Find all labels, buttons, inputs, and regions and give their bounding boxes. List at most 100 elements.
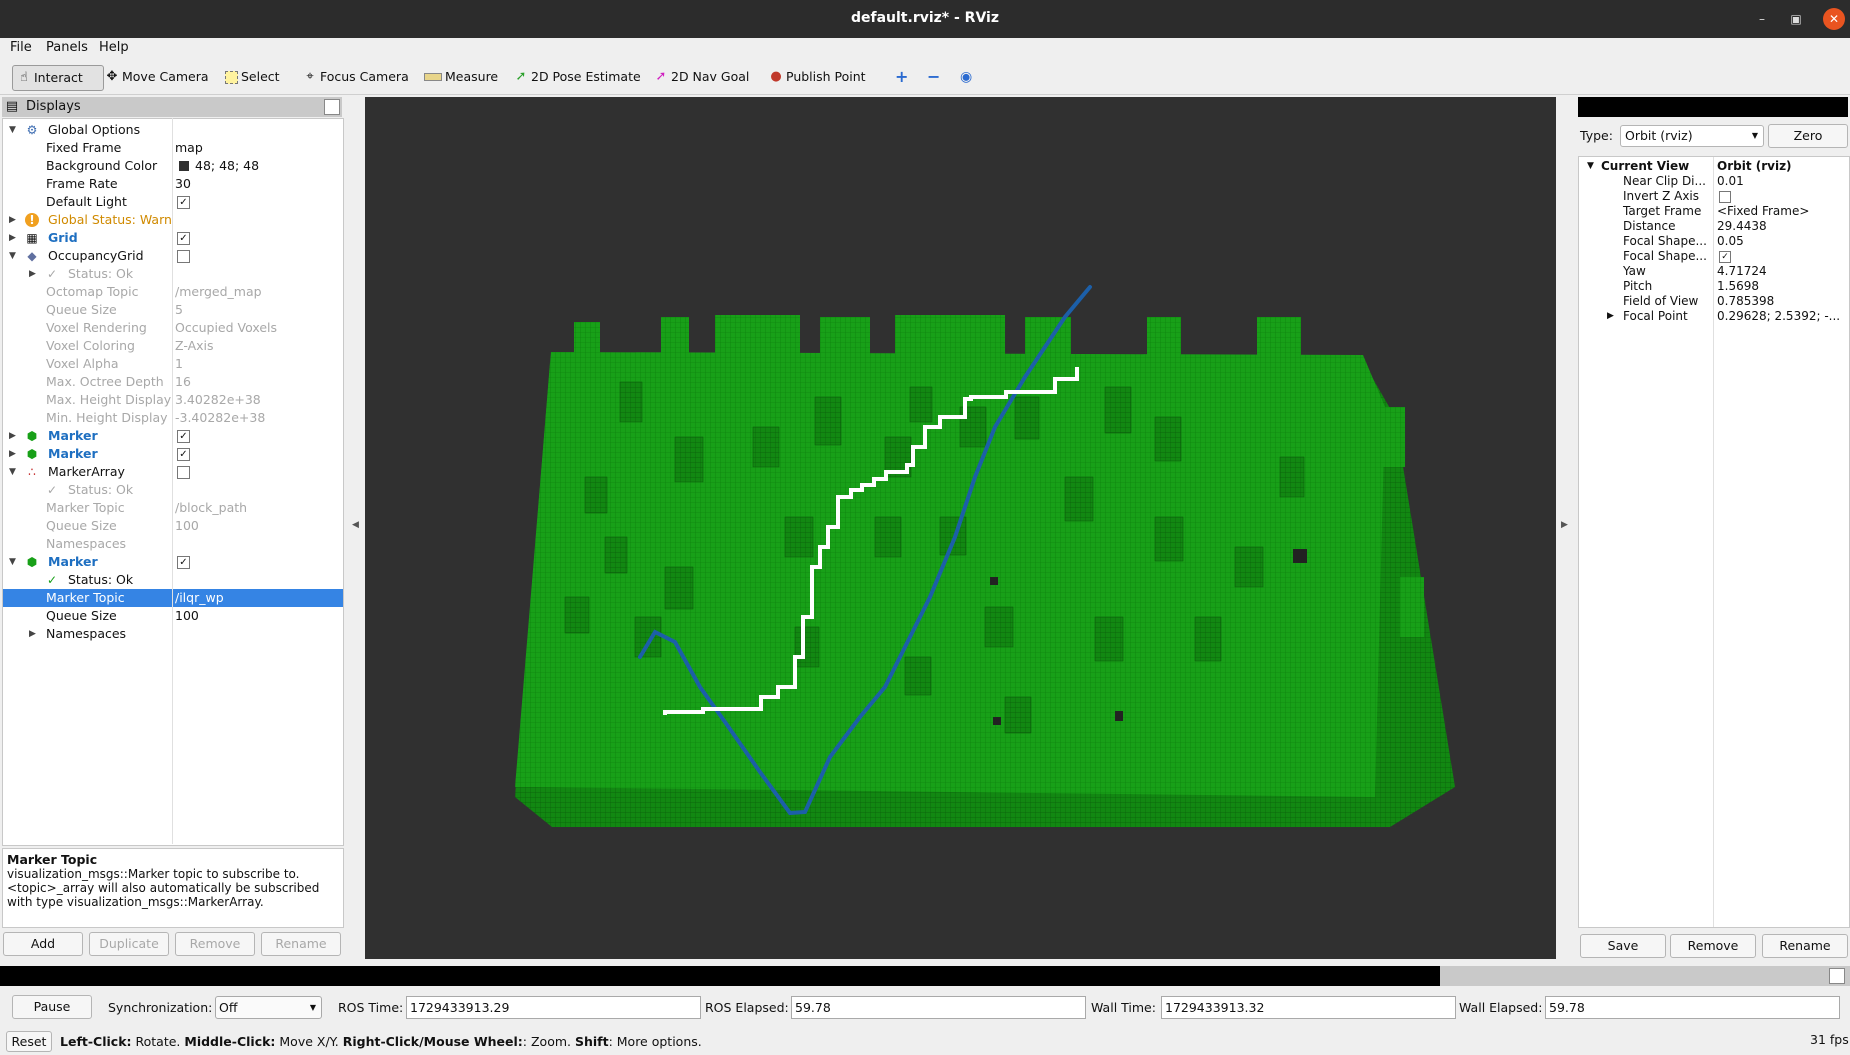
- remove-display-button[interactable]: Remove: [175, 932, 255, 956]
- tree-row-octomap-topic[interactable]: Octomap Topic /merged_map: [3, 283, 343, 301]
- menu-panels[interactable]: Panels: [46, 40, 88, 55]
- tree-row-marker-topic[interactable]: Marker Topic /block_path: [3, 499, 343, 517]
- tree-row-max-height[interactable]: Max. Height Display 3.40282e+38: [3, 391, 343, 409]
- checkbox-checked[interactable]: ✓: [177, 448, 190, 461]
- checkbox-unchecked[interactable]: [1719, 191, 1731, 203]
- reset-button[interactable]: Reset: [6, 1031, 52, 1052]
- zero-button[interactable]: Zero: [1768, 124, 1848, 148]
- collapse-arrow-icon[interactable]: ▶: [9, 427, 19, 445]
- tree-row-voxel-alpha[interactable]: Voxel Alpha 1: [3, 355, 343, 373]
- collapse-left-icon[interactable]: ◀: [352, 520, 359, 530]
- view-row-target-frame[interactable]: Target Frame <Fixed Frame>: [1579, 204, 1849, 219]
- view-value[interactable]: 0.785398: [1717, 294, 1774, 309]
- pose-estimate-button[interactable]: ➚ 2D Pose Estimate: [510, 65, 645, 89]
- tree-column-divider[interactable]: [172, 118, 173, 844]
- remove-tool-icon[interactable]: −: [923, 65, 944, 89]
- remove-view-button[interactable]: Remove: [1670, 934, 1756, 958]
- view-row-focal-point[interactable]: ▶ Focal Point 0.29628; 2.5392; -...: [1579, 309, 1849, 324]
- collapse-arrow-icon[interactable]: ▶: [9, 229, 19, 247]
- tree-row-grid[interactable]: ▶ ▦ Grid ✓: [3, 229, 343, 247]
- tree-row-queue-size[interactable]: Queue Size 5: [3, 301, 343, 319]
- view-row-near-clip[interactable]: Near Clip Di... 0.01: [1579, 174, 1849, 189]
- tree-row-namespaces[interactable]: ▶ Namespaces: [3, 625, 343, 643]
- ros-elapsed-field[interactable]: 59.78: [791, 996, 1086, 1019]
- tree-row-voxel-rendering[interactable]: Voxel Rendering Occupied Voxels: [3, 319, 343, 337]
- focus-camera-button[interactable]: ⌖ Focus Camera: [299, 65, 413, 89]
- tree-value[interactable]: 1: [175, 355, 183, 373]
- tree-value[interactable]: map: [175, 139, 203, 157]
- checkbox-checked[interactable]: ✓: [1719, 251, 1731, 263]
- tree-row-status[interactable]: ✓ Status: Ok: [3, 571, 343, 589]
- checkbox-checked[interactable]: ✓: [177, 556, 190, 569]
- collapse-arrow-icon[interactable]: ▶: [29, 265, 39, 283]
- pause-button[interactable]: Pause: [12, 995, 92, 1019]
- tree-row-occupancy-grid[interactable]: ▼ ◆ OccupancyGrid: [3, 247, 343, 265]
- expand-arrow-icon[interactable]: ▼: [9, 121, 19, 139]
- view-value[interactable]: 1.5698: [1717, 279, 1759, 294]
- menu-help[interactable]: Help: [99, 40, 129, 55]
- view-value[interactable]: 4.71724: [1717, 264, 1767, 279]
- expand-arrow-icon[interactable]: ▼: [9, 247, 19, 265]
- tree-value[interactable]: 5: [175, 301, 183, 319]
- tree-row-voxel-coloring[interactable]: Voxel Coloring Z-Axis: [3, 337, 343, 355]
- tree-value[interactable]: /ilqr_wp: [175, 589, 224, 607]
- render-viewport[interactable]: [365, 97, 1556, 959]
- tree-value[interactable]: -3.40282e+38: [175, 409, 265, 427]
- tree-row-frame-rate[interactable]: Frame Rate 30: [3, 175, 343, 193]
- view-value[interactable]: 29.4438: [1717, 219, 1767, 234]
- maximize-icon[interactable]: ▣: [1785, 9, 1807, 29]
- tree-row-marker-1[interactable]: ▶ ⬢ Marker ✓: [3, 427, 343, 445]
- view-value[interactable]: 0.05: [1717, 234, 1744, 249]
- tree-value[interactable]: 48; 48; 48: [195, 157, 259, 175]
- select-button[interactable]: Select: [221, 65, 284, 89]
- tree-row-status[interactable]: ▶ ✓ Status: Ok: [3, 265, 343, 283]
- tree-row-fixed-frame[interactable]: Fixed Frame map: [3, 139, 343, 157]
- view-eye-icon[interactable]: ◉: [956, 65, 976, 89]
- checkbox-unchecked[interactable]: [177, 250, 190, 263]
- view-row-pitch[interactable]: Pitch 1.5698: [1579, 279, 1849, 294]
- tree-row-status[interactable]: ✓ Status: Ok: [3, 481, 343, 499]
- wall-time-field[interactable]: 1729433913.32: [1161, 996, 1456, 1019]
- ros-time-field[interactable]: 1729433913.29: [406, 996, 701, 1019]
- view-row-invert-z[interactable]: Invert Z Axis: [1579, 189, 1849, 204]
- tree-value[interactable]: 30: [175, 175, 191, 193]
- rename-display-button[interactable]: Rename: [261, 932, 341, 956]
- view-value[interactable]: 0.29628; 2.5392; -...: [1717, 309, 1840, 324]
- view-value[interactable]: <Fixed Frame>: [1717, 204, 1809, 219]
- minimize-icon[interactable]: –: [1751, 9, 1773, 29]
- tree-value[interactable]: 100: [175, 607, 199, 625]
- sync-select[interactable]: Off ▼: [215, 996, 322, 1019]
- tree-row-background-color[interactable]: Background Color 48; 48; 48: [3, 157, 343, 175]
- expand-arrow-icon[interactable]: ▼: [1587, 159, 1594, 174]
- view-row-fov[interactable]: Field of View 0.785398: [1579, 294, 1849, 309]
- tree-value[interactable]: 3.40282e+38: [175, 391, 261, 409]
- add-tool-icon[interactable]: +: [891, 65, 912, 89]
- checkbox-checked[interactable]: ✓: [177, 196, 190, 209]
- tree-value[interactable]: /block_path: [175, 499, 247, 517]
- save-view-button[interactable]: Save: [1580, 934, 1666, 958]
- view-row-current-view[interactable]: ▼ Current View Orbit (rviz): [1579, 159, 1849, 174]
- tree-row-octree-depth[interactable]: Max. Octree Depth 16: [3, 373, 343, 391]
- checkbox-checked[interactable]: ✓: [177, 232, 190, 245]
- tree-row-marker-topic-selected[interactable]: Marker Topic /ilqr_wp: [3, 589, 343, 607]
- nav-goal-button[interactable]: ➚ 2D Nav Goal: [650, 65, 753, 89]
- tree-value[interactable]: Z-Axis: [175, 337, 214, 355]
- view-row-focal-shape-size[interactable]: Focal Shape... 0.05: [1579, 234, 1849, 249]
- collapse-right-icon[interactable]: ▶: [1561, 520, 1568, 530]
- tree-value[interactable]: /merged_map: [175, 283, 262, 301]
- view-row-distance[interactable]: Distance 29.4438: [1579, 219, 1849, 234]
- tree-value[interactable]: Occupied Voxels: [175, 319, 277, 337]
- view-value[interactable]: 0.01: [1717, 174, 1744, 189]
- menu-file[interactable]: File: [10, 40, 32, 55]
- expand-arrow-icon[interactable]: ▼: [9, 463, 19, 481]
- wall-elapsed-field[interactable]: 59.78: [1545, 996, 1840, 1019]
- checkbox-unchecked[interactable]: [177, 466, 190, 479]
- collapse-arrow-icon[interactable]: ▶: [1607, 309, 1614, 324]
- tree-row-global-options[interactable]: ▼ ⚙ Global Options: [3, 121, 343, 139]
- close-icon[interactable]: ✕: [1823, 8, 1845, 30]
- panel-undock-icon[interactable]: [1829, 968, 1845, 984]
- tree-row-min-height[interactable]: Min. Height Display -3.40282e+38: [3, 409, 343, 427]
- tree-row-queue-size[interactable]: Queue Size 100: [3, 607, 343, 625]
- move-camera-button[interactable]: ✥ Move Camera: [101, 65, 213, 89]
- view-type-select[interactable]: Orbit (rviz) ▼: [1620, 125, 1764, 147]
